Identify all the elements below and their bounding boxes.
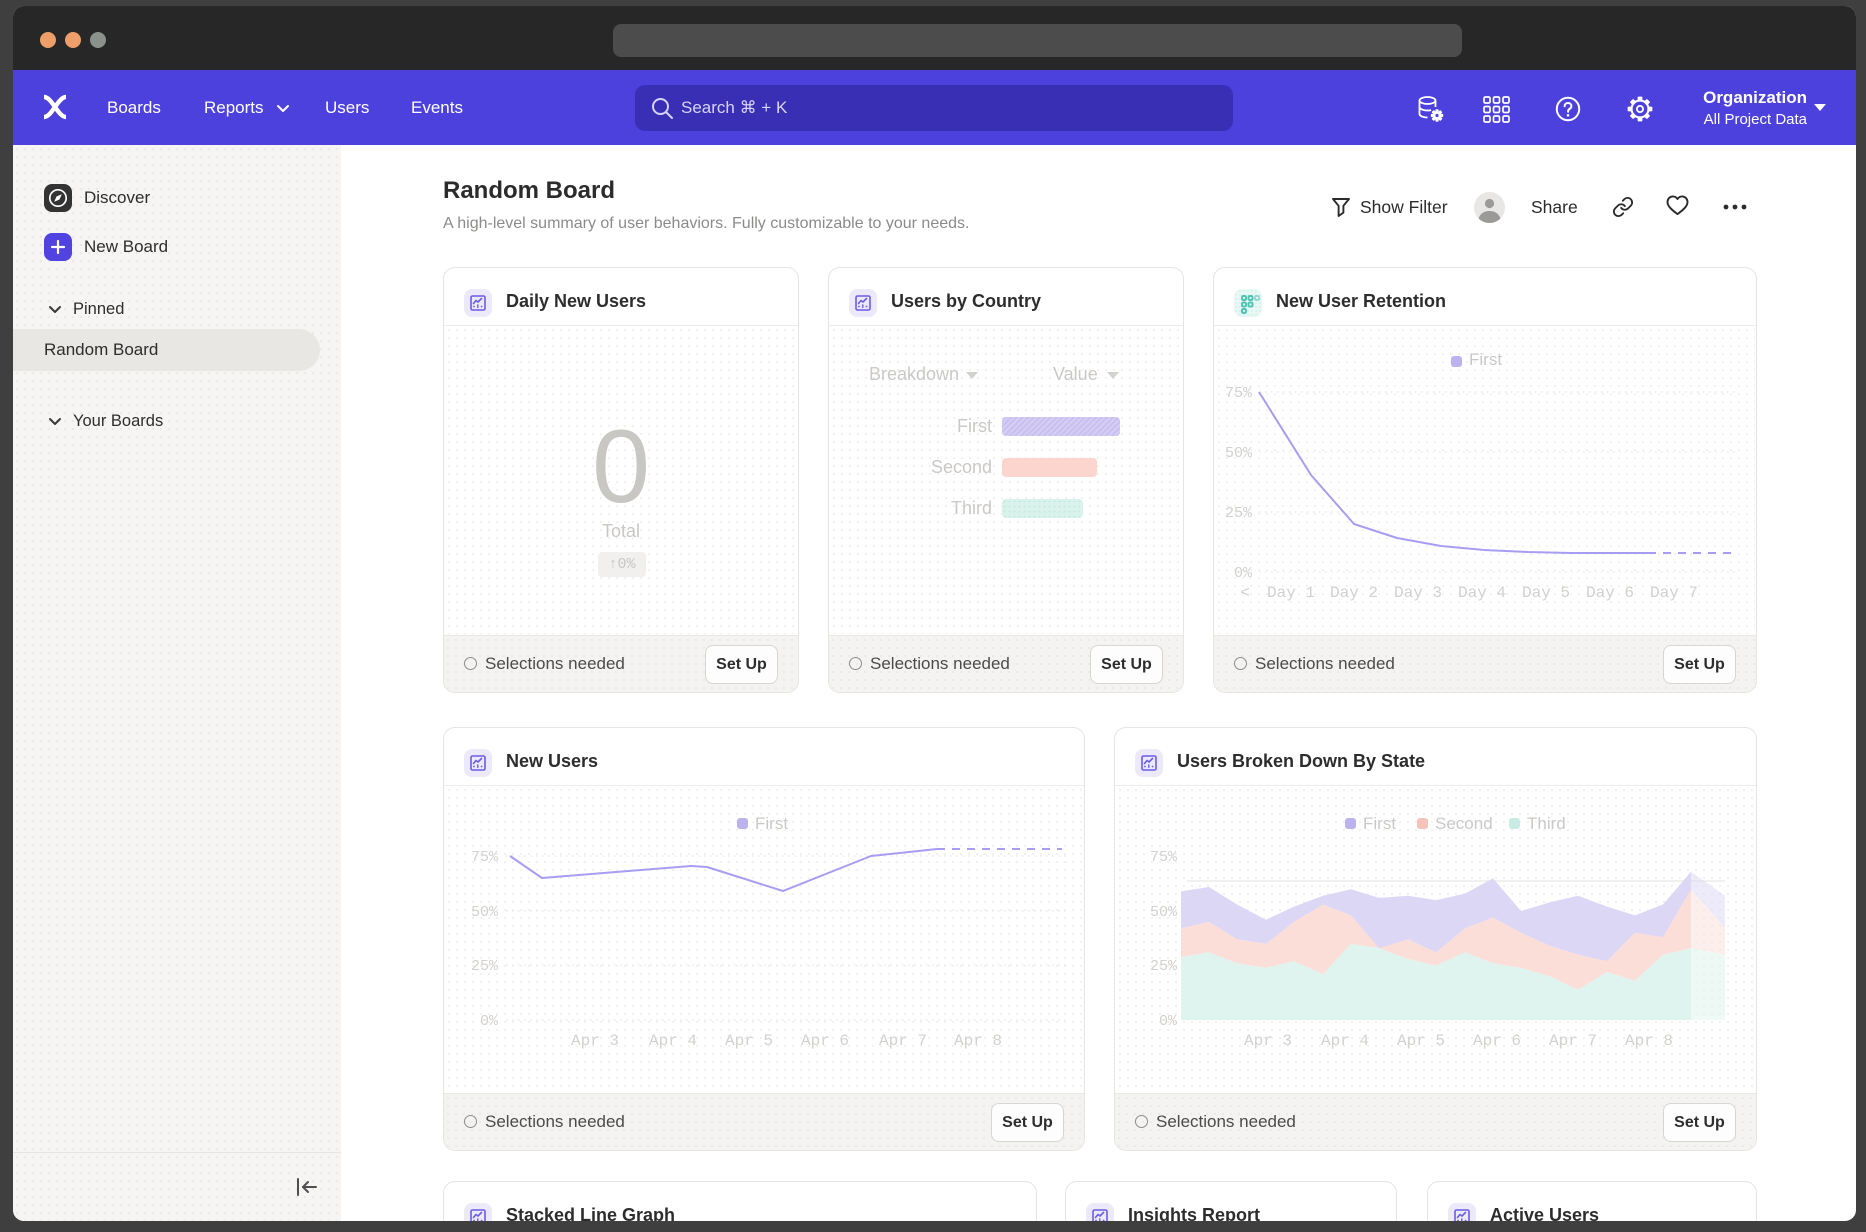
svg-text:Apr 4: Apr 4 [649, 1032, 697, 1050]
svg-text:0%: 0% [1234, 565, 1253, 582]
svg-text:Apr 7: Apr 7 [1549, 1032, 1597, 1050]
svg-text:Day 6: Day 6 [1586, 584, 1634, 602]
svg-text:Apr 6: Apr 6 [801, 1032, 849, 1050]
svg-text:Day 3: Day 3 [1394, 584, 1442, 602]
svg-text:Apr 3: Apr 3 [1244, 1032, 1292, 1050]
svg-text:75%: 75% [471, 849, 499, 866]
svg-text:75%: 75% [1150, 849, 1178, 866]
svg-text:0%: 0% [480, 1013, 499, 1030]
svg-text:Apr 5: Apr 5 [725, 1032, 773, 1050]
svg-text:25%: 25% [1150, 958, 1178, 975]
svg-text:50%: 50% [471, 904, 499, 921]
svg-text:Apr 7: Apr 7 [879, 1032, 927, 1050]
svg-text:Day 1: Day 1 [1267, 584, 1315, 602]
svg-text:50%: 50% [1225, 445, 1253, 462]
svg-text:75%: 75% [1225, 385, 1253, 402]
svg-text:50%: 50% [1150, 904, 1178, 921]
svg-text:0%: 0% [1159, 1013, 1178, 1030]
svg-text:25%: 25% [471, 958, 499, 975]
svg-text:<: < [1240, 584, 1250, 602]
svg-text:Day 4: Day 4 [1458, 584, 1506, 602]
svg-text:Day 5: Day 5 [1522, 584, 1570, 602]
svg-text:Apr 4: Apr 4 [1321, 1032, 1369, 1050]
svg-text:Apr 6: Apr 6 [1473, 1032, 1521, 1050]
svg-text:Apr 3: Apr 3 [571, 1032, 619, 1050]
svg-text:Apr 8: Apr 8 [954, 1032, 1002, 1050]
svg-text:Day 7: Day 7 [1650, 584, 1698, 602]
svg-text:25%: 25% [1225, 505, 1253, 522]
svg-text:Day 2: Day 2 [1330, 584, 1378, 602]
svg-text:Apr 5: Apr 5 [1397, 1032, 1445, 1050]
svg-text:Apr 8: Apr 8 [1625, 1032, 1673, 1050]
